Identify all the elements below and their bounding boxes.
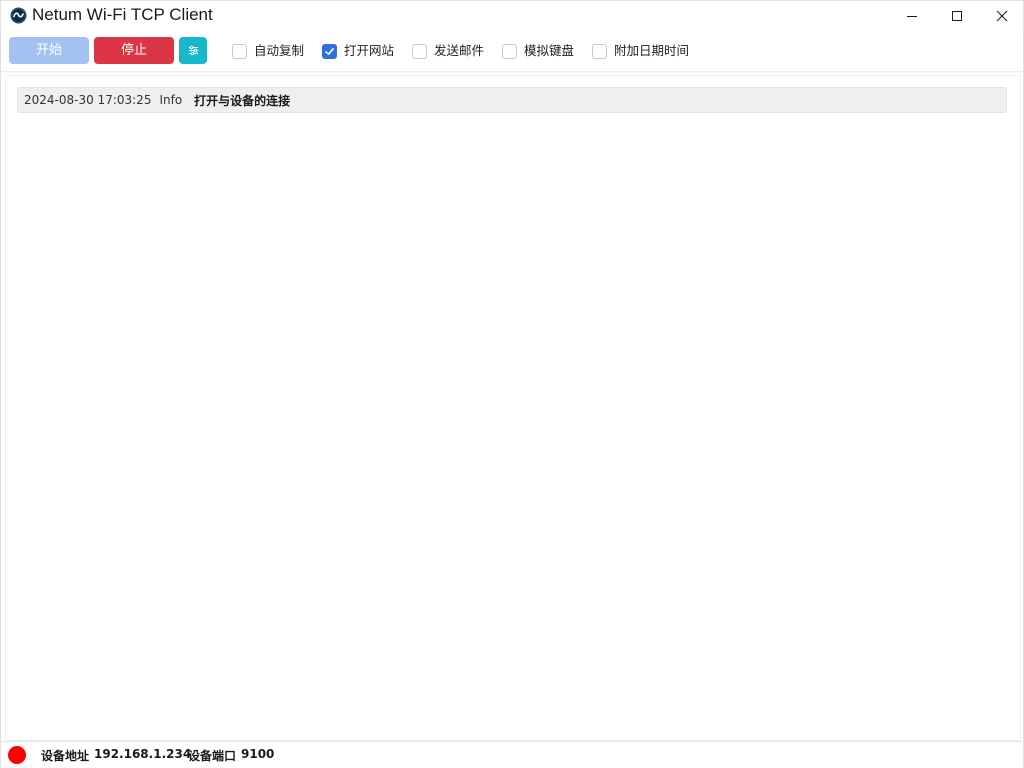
toolbar: 开始 停止 自动复制 打开网站 发送邮件 模拟键盘 附加日期时间 — [1, 31, 1023, 72]
connection-status-indicator — [8, 746, 26, 764]
log-panel[interactable]: 2024-08-30 17:03:25 Info 打开与设备的连接 — [5, 75, 1021, 741]
append-datetime-label: 附加日期时间 — [614, 43, 690, 58]
status-bar: 设备地址 192.168.1.234 设备端口 9100 — [1, 741, 1023, 768]
device-port-value: 9100 — [241, 747, 275, 761]
auto-copy-label: 自动复制 — [254, 43, 305, 58]
device-address-label: 设备地址 — [41, 749, 90, 763]
simulate-keyboard-label: 模拟键盘 — [524, 43, 575, 58]
stop-button[interactable]: 停止 — [94, 37, 174, 64]
settings-sliders-icon — [188, 45, 198, 56]
simulate-keyboard-checkbox[interactable] — [502, 43, 517, 59]
send-email-option[interactable]: 发送邮件 — [412, 42, 484, 60]
open-website-option[interactable]: 打开网站 — [322, 42, 394, 60]
close-button[interactable] — [979, 1, 1024, 31]
append-datetime-option[interactable]: 附加日期时间 — [592, 42, 689, 60]
title-bar[interactable]: Netum Wi-Fi TCP Client — [1, 1, 1023, 31]
minimize-icon — [907, 16, 917, 17]
window-title: Netum Wi-Fi TCP Client — [32, 5, 213, 24]
maximize-icon — [952, 11, 962, 21]
send-email-label: 发送邮件 — [434, 43, 485, 58]
open-website-checkbox[interactable] — [322, 43, 337, 59]
auto-copy-checkbox[interactable] — [232, 43, 247, 59]
simulate-keyboard-option[interactable]: 模拟键盘 — [502, 42, 574, 60]
auto-copy-option[interactable]: 自动复制 — [232, 42, 304, 60]
log-timestamp: 2024-08-30 17:03:25 — [24, 93, 152, 107]
close-icon — [996, 10, 1008, 22]
checkmark-icon — [325, 47, 334, 55]
maximize-button[interactable] — [934, 1, 980, 31]
netum-logo-icon — [10, 7, 27, 24]
log-entry[interactable]: 2024-08-30 17:03:25 Info 打开与设备的连接 — [17, 87, 1007, 113]
settings-button[interactable] — [179, 37, 207, 64]
device-port-label: 设备端口 — [188, 749, 237, 763]
app-window: Netum Wi-Fi TCP Client 开始 停止 自动复制 打开网站 发… — [0, 0, 1024, 768]
log-level: Info — [159, 93, 183, 107]
send-email-checkbox[interactable] — [412, 43, 427, 59]
log-message: 打开与设备的连接 — [194, 93, 291, 108]
minimize-button[interactable] — [889, 1, 935, 31]
start-button[interactable]: 开始 — [9, 37, 89, 64]
open-website-label: 打开网站 — [344, 43, 395, 58]
append-datetime-checkbox[interactable] — [592, 43, 607, 59]
device-address-value: 192.168.1.234 — [94, 747, 192, 761]
